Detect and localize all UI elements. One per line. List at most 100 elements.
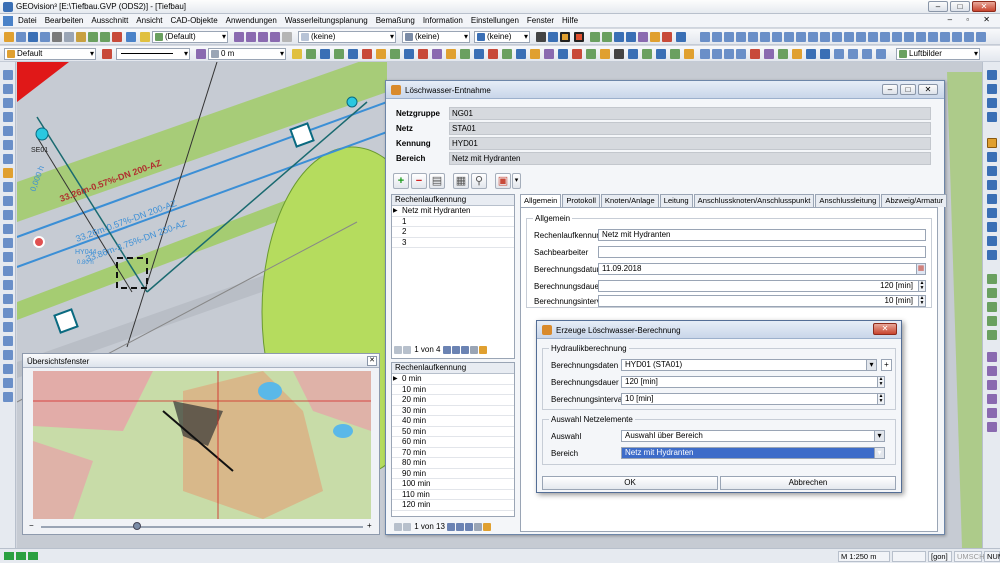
- network-vtool-icon-2[interactable]: [987, 288, 997, 298]
- tab-allgemein[interactable]: Allgemein: [520, 194, 562, 208]
- join-tool-icon[interactable]: [3, 350, 13, 360]
- overview-map[interactable]: [33, 371, 371, 519]
- properties-icon[interactable]: [126, 32, 136, 42]
- info-icon-9[interactable]: [796, 32, 806, 42]
- list-item[interactable]: 100 min: [392, 479, 514, 490]
- menu-einstellungen[interactable]: Einstellungen: [471, 16, 519, 25]
- snap-icon-4[interactable]: [334, 49, 344, 59]
- fill-tool-icon[interactable]: [574, 32, 584, 42]
- info-icon-17[interactable]: [892, 32, 902, 42]
- network-vtool-icon-1[interactable]: [987, 274, 997, 284]
- style-icon-1[interactable]: [234, 32, 244, 42]
- polygon-tool-icon[interactable]: [3, 140, 13, 150]
- link-button[interactable]: ⚲: [471, 173, 487, 189]
- menu-datei[interactable]: Datei: [18, 16, 37, 25]
- hatch-tool-icon[interactable]: [3, 210, 13, 220]
- info-icon-12[interactable]: [832, 32, 842, 42]
- snap-icon-16[interactable]: [502, 49, 512, 59]
- auswahl-combo[interactable]: Auswahl über Bereich: [621, 430, 885, 442]
- snap-icon-6[interactable]: [362, 49, 372, 59]
- edit-icon-8[interactable]: [792, 49, 802, 59]
- info-icon-5[interactable]: [748, 32, 758, 42]
- snap-icon-7[interactable]: [376, 49, 386, 59]
- dialog-close-button[interactable]: ✕: [918, 84, 938, 95]
- open-icon[interactable]: [16, 32, 26, 42]
- zoom-scale-icon[interactable]: [987, 236, 997, 246]
- zoom-object-icon[interactable]: [987, 222, 997, 232]
- zoom-in-icon[interactable]: [987, 138, 997, 148]
- tab-knoten-anlage[interactable]: Knoten/Anlage: [600, 194, 659, 207]
- print-button[interactable]: ▤: [429, 173, 445, 189]
- snap-icon-1[interactable]: [292, 49, 302, 59]
- edit-row-icon[interactable]: [474, 522, 483, 531]
- spinner-icon[interactable]: ▲ ▼: [877, 377, 884, 387]
- add-button[interactable]: +: [393, 173, 409, 189]
- move-tool-icon[interactable]: [3, 224, 13, 234]
- style-icon-2[interactable]: [246, 32, 256, 42]
- snap-icon-12[interactable]: [446, 49, 456, 59]
- style-combo-2[interactable]: (keine): [402, 31, 470, 43]
- style-combo-1[interactable]: (keine): [298, 31, 396, 43]
- trim-tool-icon[interactable]: [3, 266, 13, 276]
- snap-icon-13[interactable]: [460, 49, 470, 59]
- list-item[interactable]: 3: [392, 238, 514, 248]
- overview-zoom-minus[interactable]: −: [29, 521, 34, 530]
- overview-zoom-plus[interactable]: +: [367, 521, 372, 530]
- measure-vtool-icon[interactable]: [3, 392, 13, 402]
- list-item[interactable]: Netz mit Hydranten: [392, 206, 514, 217]
- new-icon[interactable]: [4, 32, 14, 42]
- rechenlauf-list-header[interactable]: Rechenlaufkennung: [392, 195, 514, 206]
- circle-tool-icon[interactable]: [3, 154, 13, 164]
- width-icon[interactable]: [196, 49, 206, 59]
- info-icon-21[interactable]: [940, 32, 950, 42]
- last-page-icon[interactable]: [456, 522, 465, 531]
- menu-anwendungen[interactable]: Anwendungen: [226, 16, 277, 25]
- measure-icon-1[interactable]: [656, 49, 666, 59]
- dialog-maximize-button[interactable]: □: [900, 84, 916, 95]
- edit-icon-14[interactable]: [876, 49, 886, 59]
- grid-icon-8[interactable]: [676, 32, 686, 42]
- network-vtool-icon-3[interactable]: [987, 302, 997, 312]
- menu-cad-objekte[interactable]: CAD-Objekte: [171, 16, 218, 25]
- zoom-center-icon[interactable]: [987, 250, 997, 260]
- list-item[interactable]: 0 min: [392, 374, 514, 385]
- edit-icon-7[interactable]: [778, 49, 788, 59]
- list-item[interactable]: 1: [392, 217, 514, 227]
- calculator-button[interactable]: ▦: [453, 173, 469, 189]
- menu-hilfe[interactable]: Hilfe: [562, 16, 578, 25]
- tab-anschlussleitung[interactable]: Anschlussleitung: [815, 194, 881, 207]
- overview-slider-thumb[interactable]: [133, 522, 141, 530]
- table-tool-icon[interactable]: [628, 49, 638, 59]
- tab-anschlussknoten[interactable]: Anschlussknoten/Anschlusspunkt: [693, 194, 815, 207]
- redo-icon[interactable]: [100, 32, 110, 42]
- info-icon-24[interactable]: [976, 32, 986, 42]
- minimize-button[interactable]: –: [928, 1, 948, 12]
- info-icon-14[interactable]: [856, 32, 866, 42]
- snap-icon-9[interactable]: [404, 49, 414, 59]
- info-icon-2[interactable]: [712, 32, 722, 42]
- analysis-vtool-icon-4[interactable]: [987, 394, 997, 404]
- info-icon-1[interactable]: [700, 32, 710, 42]
- first-page-icon[interactable]: [394, 522, 402, 531]
- style-icon-4[interactable]: [270, 32, 280, 42]
- berechnungsdaten-combo[interactable]: HYD01 (STA01): [621, 359, 877, 371]
- prev-page-icon[interactable]: [403, 522, 411, 531]
- snap-icon-23[interactable]: [600, 49, 610, 59]
- scale-display[interactable]: M 1:250 m: [838, 551, 890, 562]
- berechnungsintervall-input[interactable]: 10 [min] ▲ ▼: [598, 295, 926, 307]
- filter-icon[interactable]: [483, 522, 492, 531]
- info-icon-20[interactable]: [928, 32, 938, 42]
- hydrant-node-1[interactable]: [35, 127, 49, 141]
- analysis-vtool-icon-5[interactable]: [987, 408, 997, 418]
- valve-node[interactable]: [33, 236, 45, 248]
- zoom-window-icon[interactable]: [987, 166, 997, 176]
- symbol-tool-icon[interactable]: [3, 168, 13, 178]
- snap-icon-2[interactable]: [306, 49, 316, 59]
- calendar-icon[interactable]: ▦: [916, 264, 925, 274]
- delete-icon[interactable]: [112, 32, 122, 42]
- menu-information[interactable]: Information: [423, 16, 463, 25]
- filter-vtool-icon[interactable]: [987, 84, 997, 94]
- info-icon-19[interactable]: [916, 32, 926, 42]
- add-data-button[interactable]: +: [881, 359, 892, 371]
- list-item[interactable]: 10 min: [392, 385, 514, 395]
